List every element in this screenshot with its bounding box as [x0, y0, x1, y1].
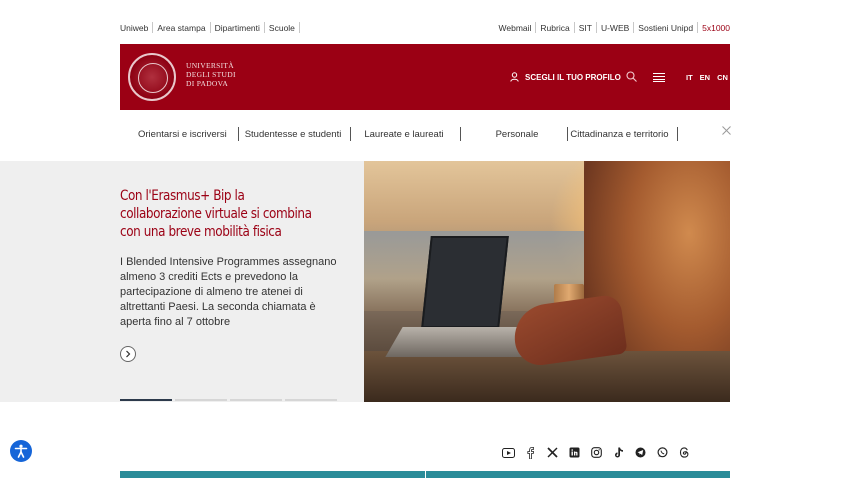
- youtube-icon[interactable]: [502, 446, 515, 459]
- search-icon[interactable]: [626, 71, 637, 82]
- university-seal-logo[interactable]: [128, 53, 176, 101]
- nav-cittadinanza-e-territorio[interactable]: Cittadinanza e territorio: [570, 129, 668, 140]
- menu-pointer-notch: [550, 147, 566, 163]
- separator: [263, 22, 265, 33]
- accessibility-icon: [14, 444, 28, 458]
- top-link-uniweb[interactable]: Uniweb: [120, 23, 148, 33]
- language-switcher: IT EN CN: [686, 73, 728, 82]
- separator: [152, 22, 154, 33]
- nav-studentesse-e-studenti[interactable]: Studentesse e studenti: [245, 129, 342, 140]
- language-en[interactable]: EN: [700, 73, 710, 82]
- nav-separator: [459, 127, 461, 141]
- hamburger-menu-icon[interactable]: [653, 73, 665, 82]
- chevron-right-icon: [126, 350, 131, 358]
- whatsapp-icon[interactable]: [656, 446, 669, 459]
- close-icon[interactable]: [722, 126, 731, 135]
- carousel-indicator-1[interactable]: [120, 399, 172, 401]
- top-utility-bar: Uniweb Area stampa Dipartimenti Scuole W…: [0, 0, 850, 44]
- separator: [535, 22, 537, 33]
- top-link-scuole[interactable]: Scuole: [269, 23, 295, 33]
- linkedin-icon[interactable]: [568, 446, 581, 459]
- hero-image-woman-with-laptop[interactable]: [364, 161, 730, 402]
- top-link-sit[interactable]: SIT: [579, 23, 592, 33]
- top-link-sostieni-unipd[interactable]: Sostieni Unipd: [638, 23, 693, 33]
- separator: [573, 22, 575, 33]
- tiktok-icon[interactable]: [612, 446, 625, 459]
- choose-profile-button[interactable]: SCEGLI IL TUO PROFILO: [510, 72, 621, 82]
- nav-separator: [237, 127, 239, 141]
- top-links-right: Webmail Rubrica SIT U-WEB Sostieni Unipd…: [499, 22, 730, 33]
- instagram-icon[interactable]: [590, 446, 603, 459]
- hero-description: I Blended Intensive Programmes assegnano…: [120, 256, 337, 328]
- university-name-line-3: DI PADOVA: [186, 79, 229, 88]
- separator: [633, 22, 635, 33]
- top-link-area-stampa[interactable]: Area stampa: [157, 23, 205, 33]
- choose-profile-label: SCEGLI IL TUO PROFILO: [525, 72, 621, 82]
- hero-slide-text-panel: Con l'Erasmus+ Bip la collaborazione vir…: [0, 161, 364, 402]
- nav-separator: [676, 127, 678, 141]
- separator: [595, 22, 597, 33]
- nav-personale[interactable]: Personale: [496, 129, 539, 140]
- carousel-indicator-3[interactable]: [230, 399, 282, 401]
- top-link-webmail[interactable]: Webmail: [499, 23, 532, 33]
- language-it[interactable]: IT: [686, 73, 693, 82]
- nav-separator: [350, 127, 352, 141]
- carousel-indicators: [120, 399, 337, 401]
- main-navigation: Orientarsi e iscriversi Studentesse e st…: [120, 124, 730, 144]
- top-link-5x1000[interactable]: 5x1000: [702, 23, 730, 33]
- x-icon[interactable]: [546, 446, 559, 459]
- separator: [697, 22, 699, 33]
- top-link-rubrica[interactable]: Rubrica: [540, 23, 569, 33]
- university-name[interactable]: UNIVERSITÀ DEGLI STUDI DI PADOVA: [186, 61, 236, 88]
- nav-orientarsi-e-iscriversi[interactable]: Orientarsi e iscriversi: [138, 129, 227, 140]
- hero-title[interactable]: Con l'Erasmus+ Bip la collaborazione vir…: [120, 187, 314, 241]
- university-name-line-1: UNIVERSITÀ: [186, 61, 234, 70]
- band-divider: [425, 471, 426, 478]
- threads-icon[interactable]: [678, 446, 691, 459]
- social-links: [502, 446, 691, 459]
- separator: [298, 22, 300, 33]
- facebook-icon[interactable]: [524, 446, 537, 459]
- top-links-left: Uniweb Area stampa Dipartimenti Scuole: [120, 22, 304, 33]
- university-name-line-2: DEGLI STUDI: [186, 70, 236, 79]
- top-link-u-web[interactable]: U-WEB: [601, 23, 629, 33]
- main-header: UNIVERSITÀ DEGLI STUDI DI PADOVA SCEGLI …: [120, 44, 730, 163]
- content-teaser-band: [120, 471, 730, 478]
- carousel-indicator-2[interactable]: [175, 399, 227, 401]
- language-cn[interactable]: CN: [717, 73, 728, 82]
- separator: [209, 22, 211, 33]
- nav-separator: [567, 127, 569, 141]
- hero-read-more-button[interactable]: [120, 346, 136, 362]
- top-link-dipartimenti[interactable]: Dipartimenti: [215, 23, 260, 33]
- carousel-indicator-4[interactable]: [285, 399, 337, 401]
- accessibility-button[interactable]: [10, 440, 32, 462]
- hero-image-laptop-screen: [421, 236, 509, 328]
- telegram-icon[interactable]: [634, 446, 647, 459]
- user-icon: [510, 72, 519, 82]
- nav-laureate-e-laureati[interactable]: Laureate e laureati: [364, 129, 443, 140]
